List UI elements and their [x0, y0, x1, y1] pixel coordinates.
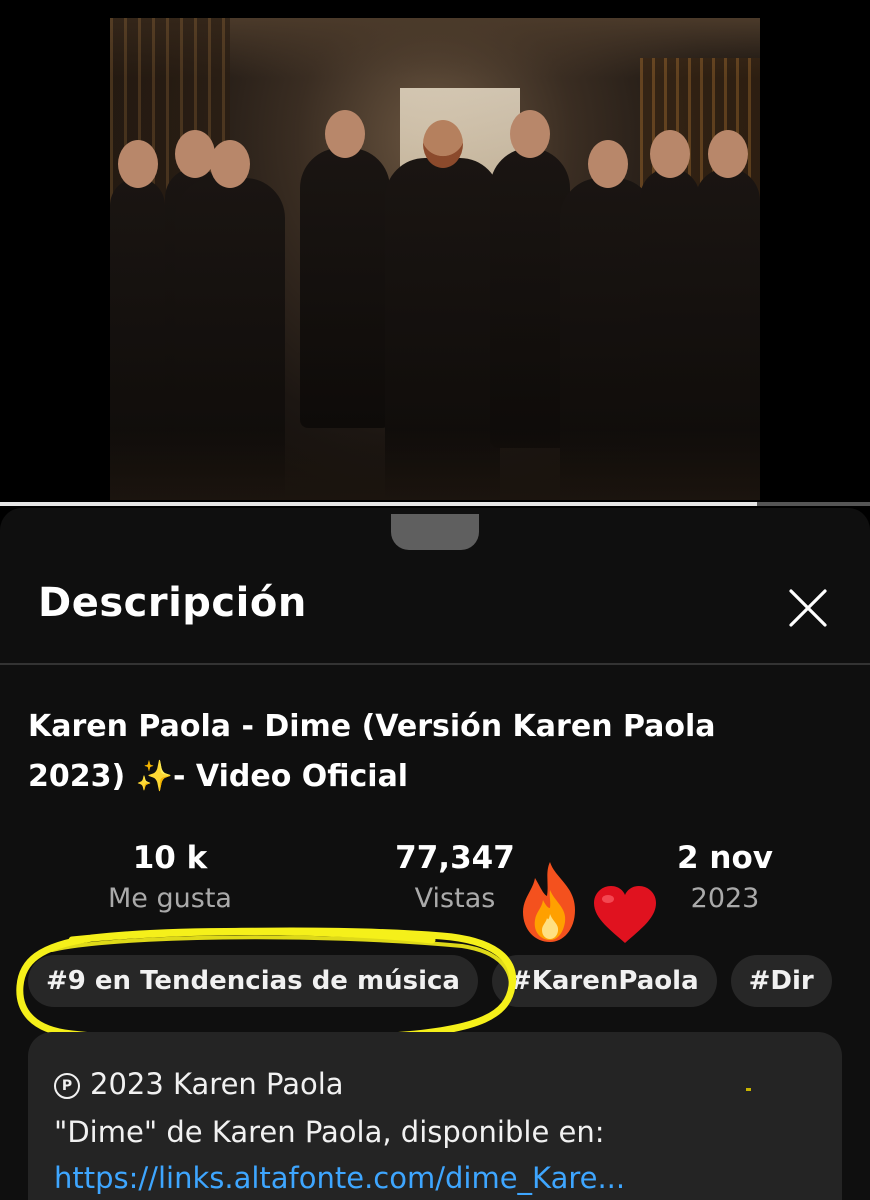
video-progress-bar[interactable]: [0, 502, 870, 506]
likes-count: 10 k: [132, 840, 208, 876]
video-title-line2: 2023) ✨- Video Oficial: [28, 752, 828, 802]
fire-emoji-icon: [523, 862, 575, 942]
link-line: https://links.altafonte.com/dime_Kare...: [54, 1158, 625, 1198]
phonogram-copyright-icon: P: [54, 1073, 80, 1099]
date-stat: 2 nov 2023: [650, 838, 800, 920]
video-title-year: 2023): [28, 759, 136, 794]
screen: Descripción Karen Paola - Dime (Versión …: [0, 0, 870, 1200]
streaming-link[interactable]: https://links.altafonte.com/dime_Kare...: [54, 1161, 625, 1195]
scene-floor: [110, 430, 760, 500]
annotation-speck: [746, 1088, 751, 1091]
upload-date: 2 nov: [677, 840, 773, 876]
hashtag-chips: #9 en Tendencias de música #KarenPaola #Di…: [28, 955, 846, 1007]
description-card[interactable]: P 2023 Karen Paola "Dime" de Karen Paola,…: [28, 1032, 842, 1200]
header-divider: [0, 663, 870, 665]
copyright-line: P 2023 Karen Paola: [54, 1064, 344, 1104]
upload-year: 2023: [690, 883, 760, 914]
views-count: 77,347: [395, 840, 515, 876]
availability-text: "Dime" de Karen Paola, disponible en:: [54, 1115, 605, 1149]
video-progress-fill: [0, 502, 757, 506]
chip-trending[interactable]: #9 en Tendencias de música: [28, 955, 478, 1007]
sparkles-icon: ✨: [135, 759, 174, 794]
sheet-drag-handle[interactable]: [391, 514, 479, 550]
likes-stat: 10 k Me gusta: [90, 838, 250, 920]
video-title-suffix: - Video Oficial: [173, 759, 409, 794]
views-label: Vistas: [414, 883, 496, 914]
dancer-figure: [490, 110, 570, 448]
likes-label: Me gusta: [108, 883, 232, 914]
sheet-title: Descripción: [38, 580, 307, 626]
copyright-text: 2023 Karen Paola: [90, 1067, 344, 1101]
chip-karenpaola[interactable]: #KarenPaola: [491, 955, 717, 1007]
close-icon: [789, 589, 827, 627]
views-stat: 77,347 Vistas: [380, 838, 530, 920]
video-title-line1: Karen Paola - Dime (Versión Karen Paola: [28, 709, 716, 744]
heart-emoji-icon: [594, 886, 656, 943]
dancer-figure: [300, 110, 390, 428]
video-player[interactable]: [0, 0, 870, 506]
chip-dime[interactable]: #Dir: [730, 955, 832, 1007]
video-title: Karen Paola - Dime (Versión Karen Paola …: [28, 702, 828, 802]
video-frame[interactable]: [110, 18, 760, 500]
description-sheet: Descripción Karen Paola - Dime (Versión …: [0, 508, 870, 1200]
close-button[interactable]: [780, 580, 836, 636]
